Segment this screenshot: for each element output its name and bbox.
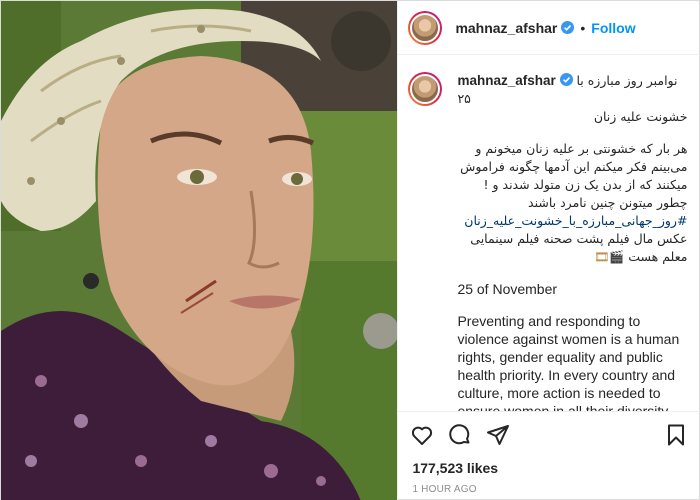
caption-avatar[interactable] bbox=[408, 72, 443, 106]
clapper-film-icon: 🎬🎞 bbox=[594, 250, 625, 264]
verified-badge-icon bbox=[559, 73, 573, 86]
follow-button[interactable]: Follow bbox=[591, 20, 635, 36]
caption-username[interactable]: mahnaz_afshar bbox=[457, 73, 555, 88]
verified-badge-icon bbox=[561, 21, 575, 34]
comment-icon[interactable] bbox=[446, 421, 474, 449]
post-timestamp[interactable]: 1 HOUR AGO bbox=[412, 484, 476, 495]
action-bar bbox=[398, 411, 700, 457]
header-username[interactable]: mahnaz_afshar bbox=[455, 20, 557, 36]
bookmark-icon[interactable] bbox=[662, 421, 690, 449]
caption-line-2: خشونت علیه زنان bbox=[593, 109, 688, 124]
caption-hashtag[interactable]: #روز_جهانی_مبارزه_با_خشونت_علیه_زنان bbox=[457, 212, 687, 230]
caption-date-line: 25 of November bbox=[457, 281, 558, 297]
instagram-post: mahnaz_afshar • Follow mahnaz_afshar نوا… bbox=[0, 0, 700, 500]
likes-count[interactable]: 177,523 likes bbox=[412, 460, 498, 476]
caption-paragraph-2: هر بار که خشونتی بر علیه زنان میخونم و م… bbox=[460, 141, 688, 210]
caption-row: mahnaz_afshar نوامبر روز مبارزه با ۲۵ خش… bbox=[408, 72, 688, 411]
avatar[interactable] bbox=[408, 10, 443, 45]
caption-paragraph-3-line-2: معلم هست bbox=[628, 249, 688, 264]
caption-english: Preventing and responding to violence ag… bbox=[457, 313, 680, 411]
header-separator: • bbox=[580, 19, 586, 36]
portrait-image bbox=[1, 1, 398, 500]
caption-body: mahnaz_afshar نوامبر روز مبارزه با ۲۵ خش… bbox=[457, 72, 687, 411]
post-photo[interactable] bbox=[1, 1, 398, 500]
caption-area: mahnaz_afshar نوامبر روز مبارزه با ۲۵ خش… bbox=[398, 56, 700, 411]
post-header: mahnaz_afshar • Follow bbox=[398, 1, 700, 55]
caption-paragraph-3-line-1: عکس مال فیلم پشت صحنه فیلم سینمایی bbox=[470, 231, 688, 246]
post-side-panel: mahnaz_afshar • Follow mahnaz_afshar نوا… bbox=[397, 1, 700, 500]
share-icon[interactable] bbox=[484, 421, 512, 449]
heart-icon[interactable] bbox=[408, 421, 436, 449]
caption-paragraph-3-line-2-row: معلم هست 🎬🎞 bbox=[457, 248, 687, 266]
